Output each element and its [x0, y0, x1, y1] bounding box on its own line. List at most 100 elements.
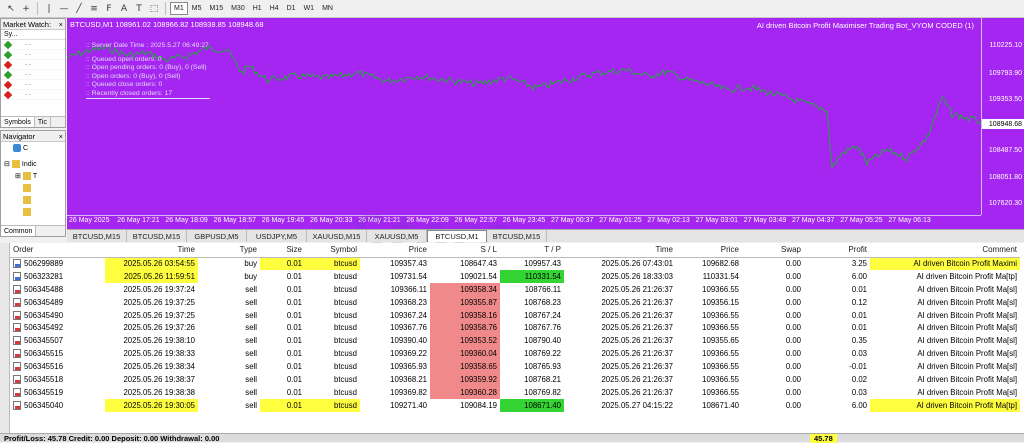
- col-close-price[interactable]: Price: [676, 243, 742, 258]
- chart-tab[interactable]: GBPUSD,M5: [187, 230, 247, 242]
- price-axis[interactable]: 110225.10 109793.90 109353.50 108948.68 …: [981, 18, 1024, 215]
- table-row[interactable]: 506345516 2025.05.26 19:38:34 sell 0.01 btcu…: [10, 360, 1020, 374]
- table-row[interactable]: 506345518 2025.05.26 19:38:37 sell 0.01 btcu…: [10, 373, 1020, 386]
- col-profit[interactable]: Profit: [804, 243, 870, 258]
- comment-cell: AI driven Bitcoin Profit Ma[sl]: [917, 387, 1017, 397]
- market-watch-row[interactable]: - -: [1, 70, 65, 80]
- time-tick: 26 May 18:57: [213, 217, 257, 224]
- timeframe-d1[interactable]: D1: [283, 2, 300, 15]
- table-row[interactable]: 506345519 2025.05.26 19:38:38 sell 0.01 btcu…: [10, 385, 1020, 399]
- info-line: :: Open orders: 0 (Buy), 0 (Sell): [86, 72, 181, 80]
- market-watch-row[interactable]: - -: [1, 40, 65, 50]
- chart-tab[interactable]: BTCUSD,M15: [127, 230, 187, 242]
- take-profit-cell: 108790.40: [524, 336, 561, 346]
- price-tick: 107620.30: [988, 200, 1022, 207]
- order-cell: 506323281: [10, 270, 105, 283]
- col-close-time[interactable]: Time: [564, 243, 676, 258]
- col-swap[interactable]: Swap: [742, 243, 804, 258]
- table-row[interactable]: 506345490 2025.05.26 19:37:25 sell 0.01 btcu…: [10, 308, 1020, 322]
- open-price-cell: 109366.11: [390, 284, 427, 294]
- col-tp[interactable]: T / P: [500, 243, 564, 258]
- timeframe-m5[interactable]: M5: [188, 2, 206, 15]
- timeframe-w1[interactable]: W1: [300, 2, 319, 15]
- col-sl[interactable]: S / L: [430, 243, 500, 258]
- stop-loss-cell: 109021.54: [460, 271, 497, 281]
- chart-tab[interactable]: BTCUSD,M15: [487, 230, 547, 242]
- chart-tab[interactable]: XAUUSD,M15: [307, 230, 367, 242]
- table-row[interactable]: 506345488 2025.05.26 19:37:24 sell 0.01 btcu…: [10, 282, 1020, 296]
- market-watch-row[interactable]: - -: [1, 50, 65, 60]
- time-axis[interactable]: 26 May 2025 26 May 17:21 26 May 18:09 26 Ma…: [67, 215, 981, 229]
- navigator-subitem[interactable]: [1, 182, 65, 194]
- chart-tab[interactable]: BTCUSD,M1: [427, 230, 487, 242]
- close-time-cell: 2025.05.26 21:26:37: [601, 310, 673, 320]
- profit-cell: 0.35: [851, 336, 867, 346]
- horizontal-line-icon[interactable]: —: [57, 2, 71, 16]
- tab-tick-chart[interactable]: Tic: [35, 117, 51, 127]
- table-row[interactable]: 506345515 2025.05.26 19:38:33 sell 0.01 btcu…: [10, 347, 1020, 361]
- trendline-icon[interactable]: ╱: [72, 2, 86, 16]
- timeframe-h4[interactable]: H4: [266, 2, 283, 15]
- chart-tab[interactable]: USDJPY,M5: [247, 230, 307, 242]
- col-order[interactable]: Order: [10, 243, 105, 258]
- close-icon[interactable]: ×: [59, 20, 63, 29]
- timeframe-m30[interactable]: M30: [227, 2, 249, 15]
- open-price-cell: 109367.76: [390, 323, 427, 333]
- type-cell: sell: [245, 336, 257, 346]
- market-watch-row[interactable]: - -: [1, 90, 65, 100]
- time-tick: 27 May 06:13: [888, 217, 931, 224]
- text-label-icon[interactable]: T: [132, 2, 146, 16]
- tab-symbols[interactable]: Symbols: [1, 117, 35, 127]
- table-row[interactable]: 506323281 2025.05.26 11:59:51 buy 0.01 btcus…: [10, 269, 1020, 283]
- market-watch-row[interactable]: - -: [1, 80, 65, 90]
- table-row[interactable]: 506299889 2025.05.26 03:54:55 buy 0.01 btcus…: [10, 257, 1020, 270]
- table-row[interactable]: 506345492 2025.05.26 19:37:26 sell 0.01 btcu…: [10, 321, 1020, 335]
- open-time-cell: 2025.05.26 19:30:05: [105, 398, 198, 412]
- table-row[interactable]: 506345507 2025.05.26 19:38:10 sell 0.01 btcu…: [10, 334, 1020, 348]
- navigator-subitem[interactable]: [1, 206, 65, 218]
- timeframe-m15[interactable]: M15: [205, 2, 227, 15]
- symbol-column-header[interactable]: Sy...: [1, 30, 65, 40]
- market-watch-row[interactable]: - -: [1, 60, 65, 70]
- channel-icon[interactable]: ≡: [87, 2, 101, 16]
- navigator-subitem[interactable]: [1, 194, 65, 206]
- shapes-icon[interactable]: ⬚: [147, 2, 161, 16]
- timeframe-m1[interactable]: M1: [170, 2, 188, 15]
- timeframe-mn[interactable]: MN: [318, 2, 337, 15]
- type-cell: buy: [244, 259, 257, 269]
- chart-tab[interactable]: XAUUSD,M5: [367, 230, 427, 242]
- navigator-item-accounts[interactable]: C: [1, 142, 65, 154]
- tab-common[interactable]: Common: [1, 226, 37, 236]
- order-number: 506299889: [24, 259, 64, 269]
- crosshair-icon[interactable]: +: [19, 2, 33, 16]
- col-type[interactable]: Type: [198, 243, 260, 258]
- type-cell: sell: [245, 362, 257, 372]
- table-row[interactable]: 506345489 2025.05.26 19:37:25 sell 0.01 btcu…: [10, 295, 1020, 309]
- cursor-icon[interactable]: ↖: [4, 2, 18, 16]
- navigator-item-indicators[interactable]: ⊟ Indic: [1, 158, 65, 170]
- close-time-cell: 2025.05.26 21:26:37: [601, 336, 673, 346]
- profit-cell: 0.02: [851, 374, 867, 384]
- timeframe-h1[interactable]: H1: [249, 2, 266, 15]
- size-cell: 0.01: [286, 336, 302, 346]
- chart-tab[interactable]: BTCUSD,M15: [67, 230, 127, 242]
- open-price-cell: 109368.23: [390, 297, 427, 307]
- col-comment[interactable]: Comment: [870, 243, 1020, 258]
- navigator-item-trend[interactable]: ⊞ T: [1, 170, 65, 182]
- col-size[interactable]: Size: [260, 243, 305, 258]
- text-icon[interactable]: A: [117, 2, 131, 16]
- symbol-cell: btcusd: [334, 297, 357, 307]
- open-time-cell: 2025.05.26 19:37:25: [123, 310, 195, 320]
- take-profit-cell: 108671.40: [500, 398, 564, 412]
- col-price[interactable]: Price: [360, 243, 430, 258]
- size-cell: 0.01: [286, 387, 302, 397]
- market-watch-panel: Market Watch: × Sy... - - - - - - - - - …: [0, 18, 66, 128]
- price-chart[interactable]: BTCUSD,M1 108961.02 108966.82 108938.85 …: [67, 18, 1024, 229]
- col-symbol[interactable]: Symbol: [305, 243, 360, 258]
- vertical-line-icon[interactable]: |: [42, 2, 56, 16]
- col-time[interactable]: Time: [105, 243, 198, 258]
- close-icon[interactable]: ×: [59, 132, 63, 141]
- fibonacci-icon[interactable]: F: [102, 2, 116, 16]
- price-placeholder: - -: [25, 51, 31, 58]
- table-row[interactable]: 506345040 2025.05.26 19:30:05 sell 0.01 btcu…: [10, 398, 1020, 412]
